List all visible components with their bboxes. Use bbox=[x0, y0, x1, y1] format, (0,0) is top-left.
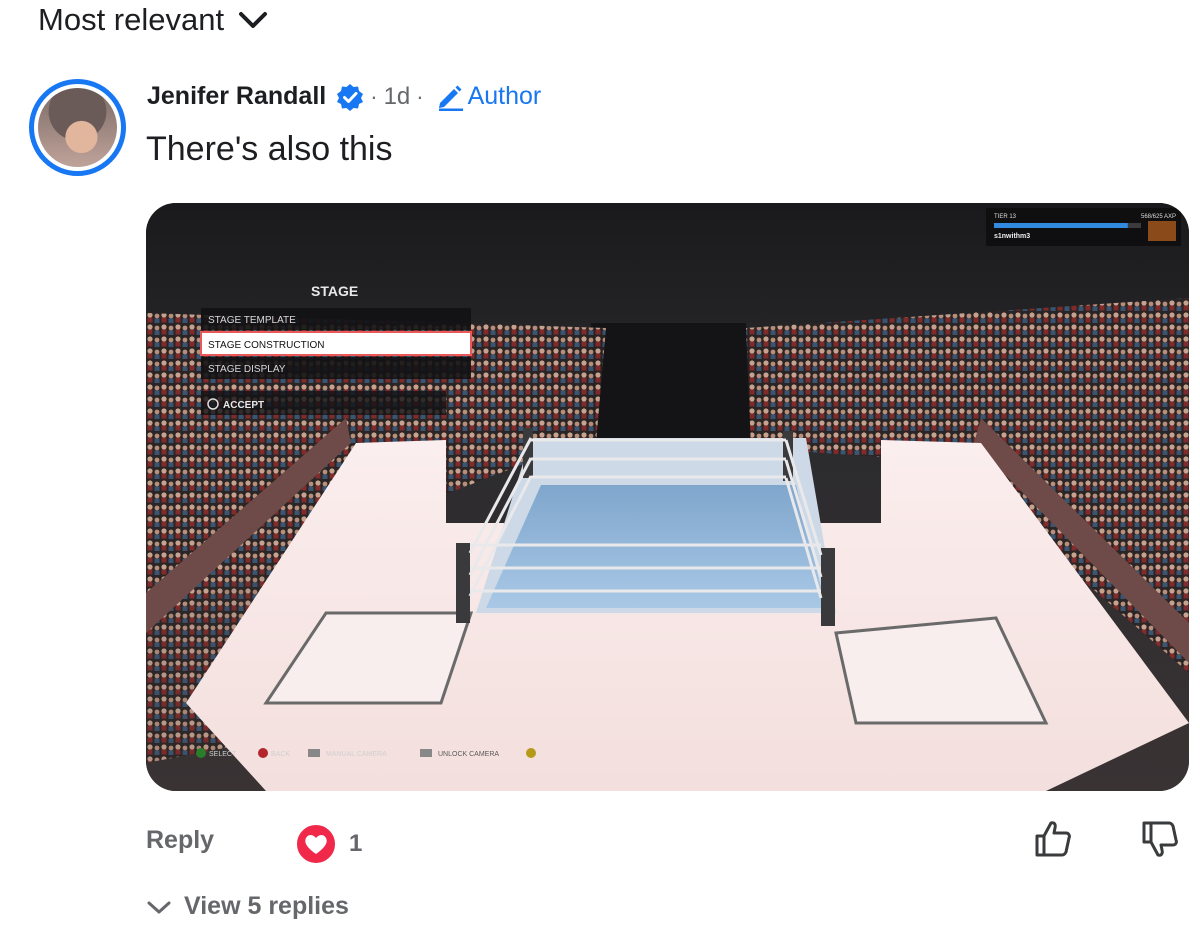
reaction-count: 1 bbox=[349, 830, 363, 857]
reaction-summary[interactable]: 1 bbox=[295, 823, 362, 865]
author-name[interactable]: Jenifer Randall bbox=[147, 82, 326, 111]
xp-progress-bar bbox=[994, 223, 1128, 228]
thumbs-up-icon bbox=[1035, 821, 1071, 857]
chevron-down-icon bbox=[239, 12, 268, 28]
menu-item-template: STAGE TEMPLATE bbox=[208, 315, 296, 326]
thumbs-down-icon bbox=[1142, 821, 1178, 857]
comment-header: Jenifer Randall · 1d · Author bbox=[147, 82, 541, 111]
hud-username: s1nwithm3 bbox=[994, 233, 1030, 240]
accept-label: ACCEPT bbox=[223, 400, 264, 411]
like-button[interactable] bbox=[1033, 819, 1073, 864]
xp-label: 568/625 AXP bbox=[1141, 214, 1176, 220]
pencil-icon bbox=[438, 85, 463, 111]
author-badge: Author bbox=[467, 82, 542, 110]
separator-dot: · bbox=[370, 83, 378, 109]
chevron-down-icon bbox=[147, 901, 171, 913]
verified-badge-icon bbox=[337, 83, 364, 111]
tier-label: TIER 13 bbox=[994, 214, 1017, 220]
menu-item-display: STAGE DISPLAY bbox=[208, 364, 286, 375]
control-unlock-camera: UNLOCK CAMERA bbox=[438, 751, 499, 758]
sort-label: Most relevant bbox=[38, 2, 225, 37]
avatar[interactable] bbox=[29, 79, 126, 176]
comment-time[interactable]: 1d bbox=[384, 83, 411, 111]
separator-dot: · bbox=[416, 83, 424, 109]
view-replies-button[interactable]: View 5 replies bbox=[146, 892, 349, 921]
menu-title: STAGE bbox=[311, 283, 358, 299]
heart-icon bbox=[295, 823, 337, 865]
attached-image[interactable]: STAGE STAGE TEMPLATE STAGE CONSTRUCTION … bbox=[146, 203, 1189, 791]
control-manual-camera: MANUAL CAMERA bbox=[326, 751, 387, 758]
sort-dropdown[interactable]: Most relevant bbox=[38, 2, 268, 38]
menu-item-construction: STAGE CONSTRUCTION bbox=[208, 340, 324, 351]
comment-text: There's also this bbox=[146, 130, 393, 168]
dislike-button[interactable] bbox=[1140, 819, 1180, 864]
game-screenshot: STAGE STAGE TEMPLATE STAGE CONSTRUCTION … bbox=[146, 203, 1189, 791]
view-replies-label: View 5 replies bbox=[184, 892, 349, 920]
reply-button[interactable]: Reply bbox=[146, 826, 214, 855]
control-back: BACK bbox=[271, 751, 290, 758]
avatar-photo bbox=[38, 88, 117, 167]
control-select: SELECT bbox=[209, 751, 237, 758]
